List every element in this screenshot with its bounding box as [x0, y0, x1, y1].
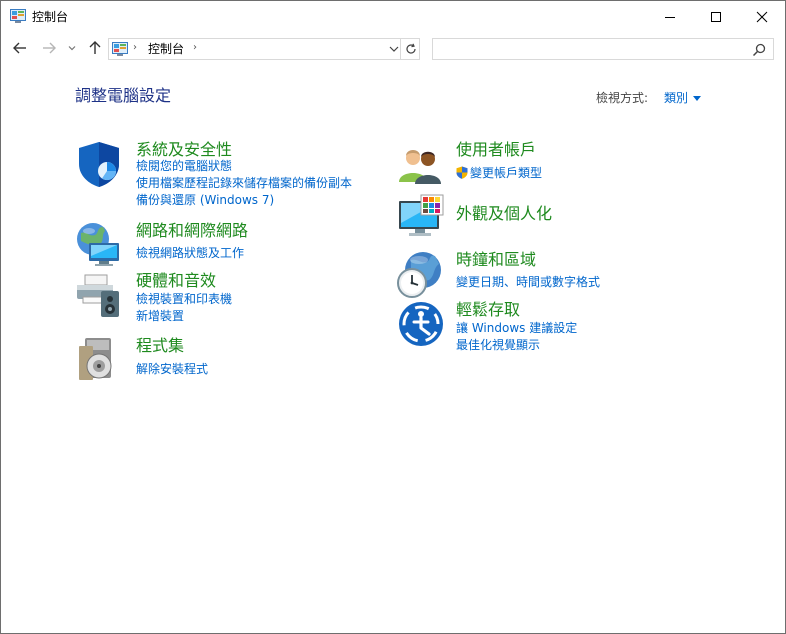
- clock-globe-icon[interactable]: [397, 250, 445, 298]
- network-globe-icon[interactable]: [75, 221, 123, 269]
- ease-of-access-icon[interactable]: [397, 300, 445, 348]
- link-change-account-type-label[interactable]: 變更帳戶類型: [470, 166, 542, 180]
- category-title-network-internet[interactable]: 網路和網際網路: [136, 221, 248, 241]
- empty-content-area: [1, 447, 785, 633]
- link-add-device[interactable]: 新增裝置: [136, 308, 184, 324]
- monitor-palette-icon[interactable]: [397, 193, 445, 241]
- category-title-clock-region[interactable]: 時鐘和區域: [456, 250, 536, 270]
- maximize-icon: [711, 11, 721, 22]
- link-change-date-time-format[interactable]: 變更日期、時間或數字格式: [456, 274, 600, 290]
- link-uninstall-program[interactable]: 解除安裝程式: [136, 361, 208, 377]
- link-devices-printers[interactable]: 檢視裝置和印表機: [136, 291, 232, 307]
- forward-button[interactable]: [39, 38, 59, 58]
- refresh-button[interactable]: [400, 39, 420, 59]
- refresh-icon: [405, 43, 416, 54]
- window-title: 控制台: [32, 10, 69, 24]
- category-title-hardware-sound[interactable]: 硬體和音效: [136, 271, 216, 291]
- security-shield-icon[interactable]: [75, 140, 123, 188]
- page-title: 調整電腦設定: [75, 86, 172, 105]
- minimize-icon: [665, 16, 675, 18]
- breadcrumb-separator-trailing[interactable]: ›: [193, 42, 197, 53]
- back-button[interactable]: [10, 38, 30, 58]
- close-icon: [756, 11, 768, 22]
- category-clock-region: 時鐘和區域 變更日期、時間或數字格式: [397, 250, 697, 300]
- minimize-button[interactable]: [647, 1, 693, 32]
- control-panel-icon: [112, 42, 128, 56]
- category-programs: 程式集 解除安裝程式: [75, 336, 375, 384]
- arrow-right-icon: [43, 42, 56, 54]
- category-title-system-security[interactable]: 系統及安全性: [136, 140, 232, 160]
- uac-shield-icon: [456, 166, 468, 179]
- search-box[interactable]: [432, 38, 774, 60]
- category-title-programs[interactable]: 程式集: [136, 336, 184, 356]
- arrow-up-icon: [89, 41, 101, 54]
- category-hardware-sound: 硬體和音效 檢視裝置和印表機 新增裝置: [75, 271, 375, 326]
- view-by-value[interactable]: 類別: [664, 90, 688, 106]
- category-user-accounts: 使用者帳戶 變更帳戶類型: [397, 140, 697, 186]
- control-panel-content: 調整電腦設定 檢視方式: 類別 系統及安全性 檢閱您的電腦狀態 使用檔案歷程記錄…: [1, 64, 785, 447]
- chevron-down-icon: [389, 46, 399, 52]
- title-bar[interactable]: 控制台: [1, 1, 785, 32]
- view-by-label: 檢視方式:: [596, 91, 649, 105]
- printer-speaker-icon[interactable]: [75, 271, 123, 319]
- category-title-ease-of-access[interactable]: 輕鬆存取: [456, 300, 520, 320]
- link-optimize-visual-display[interactable]: 最佳化視覺顯示: [456, 337, 540, 353]
- arrow-left-icon: [13, 42, 26, 54]
- category-appearance-personalization: 外觀及個人化: [397, 193, 697, 243]
- link-change-account-type[interactable]: 變更帳戶類型: [456, 165, 542, 181]
- chevron-down-icon: [68, 46, 76, 51]
- category-title-appearance-personalization[interactable]: 外觀及個人化: [456, 204, 552, 224]
- view-by-dropdown[interactable]: 類別: [664, 90, 702, 106]
- caret-down-icon[interactable]: [693, 95, 702, 101]
- programs-disc-icon[interactable]: [75, 336, 123, 384]
- link-network-status[interactable]: 檢視網路狀態及工作: [136, 245, 244, 261]
- link-backup-restore[interactable]: 備份與還原 (Windows 7): [136, 192, 274, 208]
- close-button[interactable]: [739, 1, 785, 32]
- address-bar[interactable]: › 控制台 ›: [108, 38, 420, 60]
- link-review-computer-status[interactable]: 檢閱您的電腦狀態: [136, 158, 232, 174]
- up-button[interactable]: [85, 38, 105, 58]
- maximize-button[interactable]: [693, 1, 739, 32]
- link-let-windows-suggest[interactable]: 讓 Windows 建議設定: [456, 320, 577, 336]
- navigation-bar: › 控制台 ›: [1, 32, 785, 64]
- control-panel-window: 控制台 › 控制台 › 調整電腦設定 檢視方式: 類別 系統及安全性 檢閱您的電…: [0, 0, 786, 634]
- search-icon[interactable]: [751, 42, 767, 58]
- users-icon[interactable]: [397, 142, 445, 190]
- breadcrumb-control-panel[interactable]: 控制台: [148, 42, 184, 57]
- breadcrumb-separator[interactable]: ›: [133, 42, 137, 53]
- search-input[interactable]: [437, 41, 737, 57]
- control-panel-icon: [10, 9, 26, 23]
- recent-locations-button[interactable]: [65, 38, 79, 58]
- category-title-user-accounts[interactable]: 使用者帳戶: [456, 140, 536, 160]
- category-system-security: 系統及安全性 檢閱您的電腦狀態 使用檔案歷程記錄來儲存檔案的備份副本 備份與還原…: [75, 140, 375, 210]
- category-ease-of-access: 輕鬆存取 讓 Windows 建議設定 最佳化視覺顯示: [397, 300, 697, 356]
- category-network-internet: 網路和網際網路 檢視網路狀態及工作: [75, 221, 375, 266]
- link-file-history-backup[interactable]: 使用檔案歷程記錄來儲存檔案的備份副本: [136, 175, 352, 191]
